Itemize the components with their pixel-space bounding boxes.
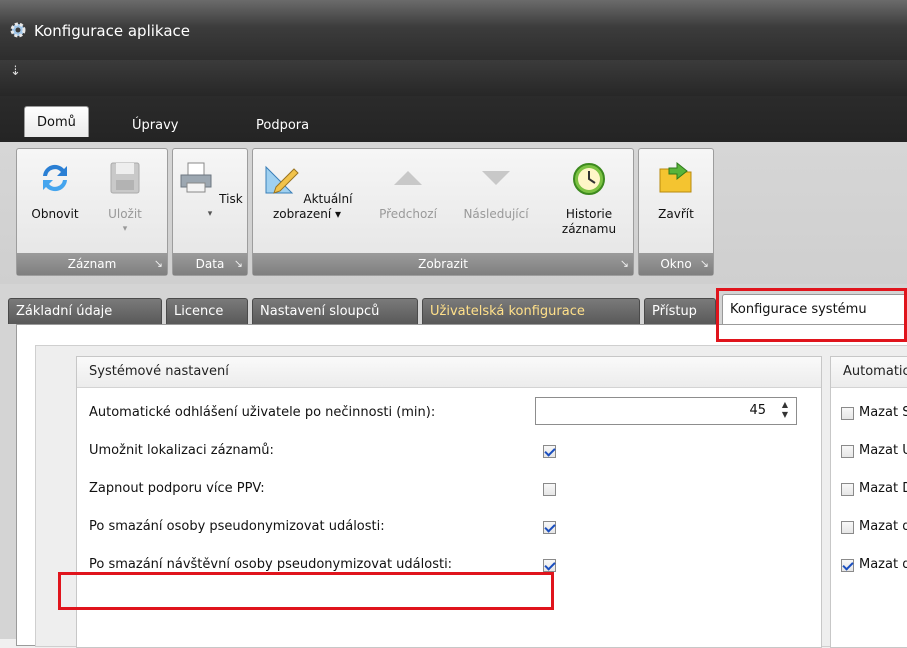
row-lokalizace-label: Umožnit lokalizaci záznamů:: [89, 443, 274, 458]
arrow-up-icon: [394, 171, 422, 185]
auto-delete-checkbox-4[interactable]: [841, 521, 854, 534]
highlight-row-box: [58, 572, 554, 610]
ribbon-group-okno: Zavřít Okno ↘: [638, 148, 714, 276]
refresh-icon: [43, 164, 67, 192]
group-launcher-icon[interactable]: ↘: [620, 253, 629, 275]
window-title: Konfigurace aplikace: [34, 22, 190, 40]
group-label-data: Data: [195, 257, 225, 271]
predchozi-button[interactable]: Předchozí: [365, 149, 451, 222]
lokalizace-checkbox[interactable]: [543, 445, 556, 458]
row-pseudonym-osoby-label: Po smazání osoby pseudonymizovat událost…: [89, 519, 385, 534]
ribbon-group-data: Tisk ▾ Data ↘: [172, 148, 248, 276]
auto-logout-value: 45: [749, 403, 766, 418]
spinner-arrows-icon[interactable]: ▲ ▼: [782, 400, 788, 420]
group-label-zobrazit: Zobrazit: [418, 257, 468, 271]
tab-pristup[interactable]: Přístup: [644, 298, 716, 324]
auto-delete-label-2: Mazat Uc: [859, 443, 907, 458]
ribbon-group-zaznam: Obnovit Uložit ▾ Záznam ↘: [16, 148, 168, 276]
ribbon-tab-upravy[interactable]: Úpravy: [122, 112, 188, 139]
auto-delete-checkbox-3[interactable]: [841, 483, 854, 496]
ruler-pencil-icon: [265, 165, 299, 194]
gear-icon: [10, 22, 26, 38]
pseudonym-osoby-checkbox[interactable]: [543, 521, 556, 534]
ribbon-tabs: Domů Úpravy Podpora: [0, 96, 907, 142]
printer-icon: [180, 162, 212, 193]
chevron-down-icon: ▾: [122, 224, 128, 234]
auto-logout-spinner[interactable]: 45 ▲ ▼: [535, 397, 797, 425]
auto-delete-label-4: Mazat da: [859, 519, 907, 534]
ribbon-group-zobrazit: Aktuální zobrazení ▾ Předchozí Následují…: [252, 148, 634, 276]
auto-delete-checkbox-5[interactable]: [841, 559, 854, 572]
ribbon-tab-domu[interactable]: Domů: [24, 106, 89, 137]
tab-uzivatelska-konfigurace[interactable]: Uživatelská konfigurace: [422, 298, 640, 324]
ulozit-button[interactable]: Uložit ▾: [89, 149, 161, 237]
ribbon: Obnovit Uložit ▾ Záznam ↘ Tisk ▾ Data ↘ …: [0, 142, 907, 284]
arrow-down-icon: [482, 171, 510, 185]
group-launcher-icon[interactable]: ↘: [234, 253, 243, 275]
auto-delete-box: Automatické Mazat Sy Mazat Uc Mazat Do M…: [830, 356, 907, 648]
row-pseudonym-navstevni-label: Po smazání návštěvní osoby pseudonymizov…: [89, 557, 453, 572]
auto-delete-header: Automatické: [831, 357, 907, 388]
ppv-checkbox[interactable]: [543, 483, 556, 496]
historie-zaznamu-button[interactable]: Historie záznamu: [547, 149, 631, 237]
auto-delete-label-5: Mazat da: [859, 557, 907, 572]
nasledujici-button[interactable]: Následující: [451, 149, 541, 222]
folder-exit-icon: [659, 161, 692, 193]
save-icon: [110, 162, 140, 194]
auto-delete-checkbox-1[interactable]: [841, 407, 854, 420]
aktualni-zobrazeni-button[interactable]: Aktuální zobrazení ▾: [257, 149, 357, 222]
group-label-okno: Okno: [660, 257, 692, 271]
chevron-down-icon: ▾: [207, 209, 213, 219]
tisk-button[interactable]: Tisk ▾: [173, 149, 247, 222]
group-launcher-icon[interactable]: ↘: [154, 253, 163, 275]
obnovit-button[interactable]: Obnovit: [21, 149, 89, 222]
group-label-zaznam: Záznam: [67, 257, 117, 271]
ribbon-tab-podpora[interactable]: Podpora: [246, 112, 319, 139]
auto-delete-label-3: Mazat Do: [859, 481, 907, 496]
clock-history-icon: [573, 163, 605, 195]
auto-logout-label: Automatické odhlášení uživatele po nečin…: [89, 405, 436, 420]
row-ppv-label: Zapnout podporu více PPV:: [89, 481, 265, 496]
group-launcher-icon[interactable]: ↘: [700, 253, 709, 275]
highlight-tab-box: [716, 288, 907, 342]
tab-licence[interactable]: Licence: [166, 298, 248, 324]
auto-delete-checkbox-2[interactable]: [841, 445, 854, 458]
zavrit-button[interactable]: Zavřít: [639, 149, 713, 222]
title-bar: Konfigurace aplikace: [0, 0, 907, 60]
tab-nastaveni-sloupcu[interactable]: Nastavení sloupců: [252, 298, 418, 324]
quick-access-toolbar: ⇣: [0, 60, 907, 96]
pseudonym-navstevni-checkbox[interactable]: [543, 559, 556, 572]
auto-delete-label-1: Mazat Sy: [859, 405, 907, 420]
tab-zakladni-udaje[interactable]: Základní údaje: [8, 298, 162, 324]
qat-customize-icon[interactable]: ⇣: [10, 64, 21, 79]
system-settings-header: Systémové nastavení: [77, 357, 821, 388]
